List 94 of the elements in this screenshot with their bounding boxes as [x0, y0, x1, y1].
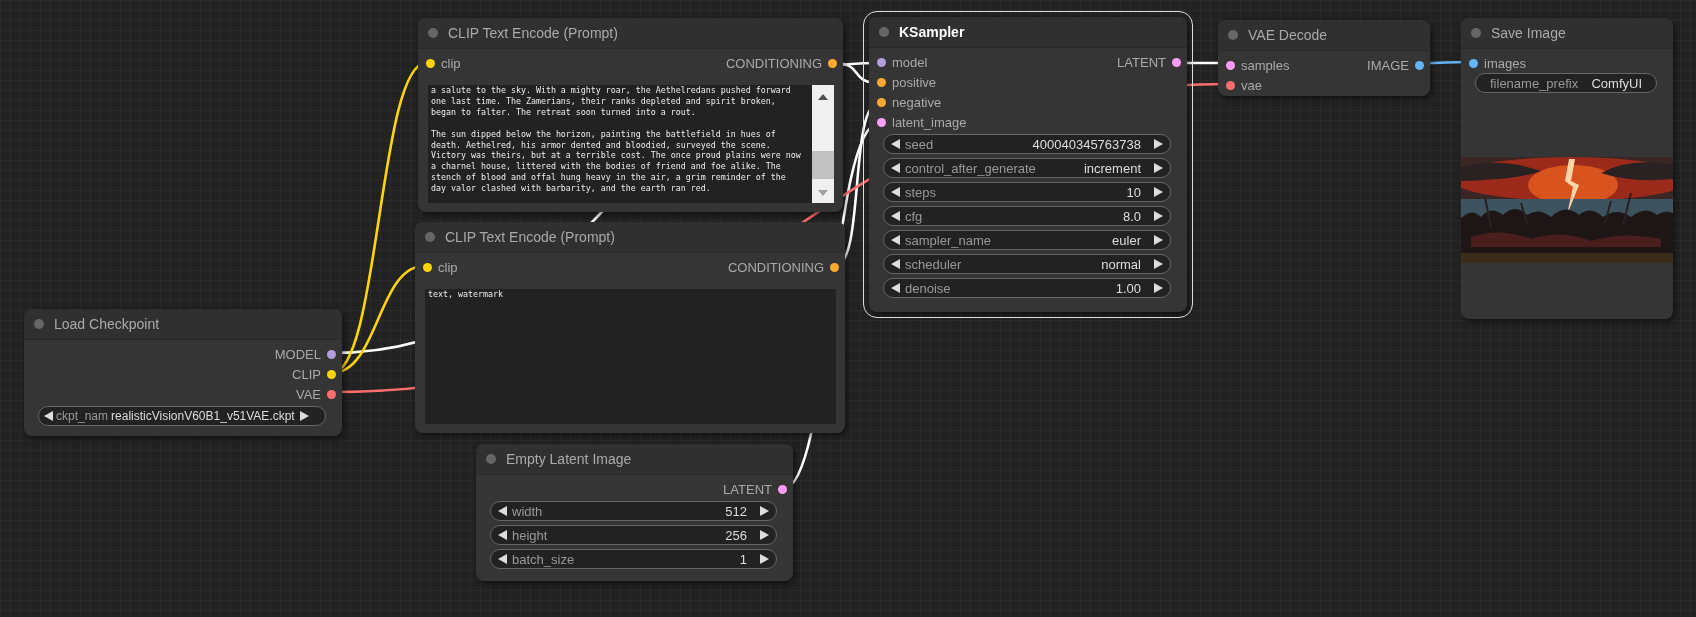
graph-canvas[interactable]: [0, 0, 1696, 617]
left-arrow-icon[interactable]: [498, 554, 508, 564]
node-title: Save Image: [1491, 25, 1566, 41]
input-socket[interactable]: [1226, 60, 1235, 70]
input-socket[interactable]: [1226, 80, 1235, 90]
input-socket[interactable]: [423, 262, 432, 272]
input-socket[interactable]: [877, 117, 886, 127]
right-arrow-icon[interactable]: [1153, 259, 1163, 269]
widget-field[interactable]: seed 400040345763738: [883, 134, 1171, 154]
right-arrow-icon[interactable]: [1153, 283, 1163, 293]
node-title: CLIP Text Encode (Prompt): [448, 25, 618, 41]
output-label: LATENT: [723, 481, 772, 497]
output-socket[interactable]: [1172, 57, 1181, 67]
widget-field[interactable]: height 256: [490, 525, 777, 545]
left-arrow-icon[interactable]: [498, 530, 508, 540]
collapse-toggle[interactable]: [879, 27, 889, 37]
left-arrow-icon[interactable]: [891, 163, 901, 173]
input-label: latent_image: [892, 114, 967, 130]
widget-field[interactable]: width 512: [490, 501, 777, 521]
prompt-field[interactable]: text, watermark: [425, 289, 836, 424]
output-socket[interactable]: [327, 369, 336, 379]
input-label: clip: [441, 55, 461, 71]
right-arrow-icon[interactable]: [1153, 187, 1163, 197]
input-label: vae: [1241, 77, 1262, 93]
right-arrow-icon[interactable]: [759, 530, 769, 540]
collapse-toggle[interactable]: [425, 232, 435, 242]
left-arrow-icon[interactable]: [891, 139, 901, 149]
output-label: CONDITIONING: [725, 55, 822, 71]
widget-field[interactable]: scheduler normal: [883, 254, 1171, 274]
node-panel[interactable]: [418, 18, 843, 212]
node-title: Load Checkpoint: [54, 316, 160, 332]
input-socket[interactable]: [426, 58, 435, 68]
output-label: IMAGE: [1367, 57, 1409, 73]
output-label: LATENT: [1117, 54, 1166, 70]
left-arrow-icon[interactable]: [891, 259, 901, 269]
input-label: samples: [1241, 57, 1290, 73]
widget-field[interactable]: steps 10: [883, 182, 1171, 202]
widget-field[interactable]: ckpt_nam realisticVisionV60B1_v51VAE.ckpt: [38, 406, 326, 426]
right-arrow-icon[interactable]: [1153, 211, 1163, 221]
widget-field[interactable]: filename_prefix ComfyUI: [1475, 73, 1657, 93]
input-label: negative: [892, 94, 942, 110]
input-socket[interactable]: [877, 57, 886, 67]
right-arrow-icon[interactable]: [1153, 139, 1163, 149]
input-label: model: [892, 54, 928, 70]
prompt-field[interactable]: a salute to the sky. With a mighty roar, the Aethelredans pushed forward one last time. The Zamerians, their ranks depleted and spirit broken, began to falter. The retreat soon turned into a rout. The sun dipped below the horizon, painting the battlefield in hues of death. Aethelred, his armor dented and bloodied, surveyed the scene. Victory was theirs, but at a terrible cost. The once proud plains were now a charnel house, littered with the bodies of friend and foe alike. The stench of blood and offal hung heavy in the air, a grim reminder of the day valor clashed with barbarity, and the earth ran red.: [428, 85, 834, 203]
node-panel[interactable]: Empty Latent Image LATENT width 512 height 256 batch_size 1: [476, 444, 793, 581]
node-panel[interactable]: Save Image images filename_prefix ComfyUI: [1461, 18, 1673, 319]
left-arrow-icon[interactable]: [498, 506, 508, 516]
collapse-toggle[interactable]: [34, 319, 44, 329]
node-panel[interactable]: VAE Decode samples IMAGE vae: [1218, 20, 1430, 96]
collapse-toggle[interactable]: [428, 28, 438, 38]
input-label: clip: [438, 259, 458, 275]
input-label: positive: [892, 74, 937, 90]
input-label: images: [1484, 55, 1526, 71]
left-arrow-icon[interactable]: [44, 411, 54, 421]
output-label: CONDITIONING: [727, 259, 824, 275]
node-title: KSampler: [899, 24, 965, 40]
input-socket[interactable]: [1469, 58, 1478, 68]
output-socket[interactable]: [1415, 60, 1424, 70]
node-panel[interactable]: CLIP Text Encode (Prompt) clip CONDITIONING text, watermark: [415, 222, 845, 433]
node-panel[interactable]: Load Checkpoint MODEL CLIP VAE ckpt_nam realisticVisionV60B1_v51VAE.ckpt: [24, 309, 342, 436]
widget-field[interactable]: denoise 1.00: [883, 278, 1171, 298]
right-arrow-icon[interactable]: [298, 411, 309, 421]
collapse-toggle[interactable]: [1471, 28, 1481, 38]
collapse-toggle[interactable]: [486, 454, 496, 464]
output-socket[interactable]: [830, 262, 839, 272]
right-arrow-icon[interactable]: [1153, 163, 1163, 173]
widget-field[interactable]: control_after_generate increment: [883, 158, 1171, 178]
collapse-toggle[interactable]: [1228, 30, 1238, 40]
output-label: VAE: [295, 386, 321, 402]
widget-field[interactable]: sampler_name euler: [883, 230, 1171, 250]
output-socket[interactable]: [778, 484, 787, 494]
left-arrow-icon[interactable]: [891, 187, 901, 197]
right-arrow-icon[interactable]: [759, 554, 769, 564]
node-panel[interactable]: KSampler model LATENT positive negative latent_image seed 400040345763738 control_after_generate increment steps 10 cfg 8.0 sampler_name euler scheduler normal denoise 1.00: [869, 17, 1187, 312]
widget-field[interactable]: batch_size 1: [490, 549, 777, 569]
output-socket[interactable]: [327, 349, 336, 359]
input-socket[interactable]: [877, 77, 886, 87]
node-title: CLIP Text Encode (Prompt): [445, 229, 615, 245]
left-arrow-icon[interactable]: [891, 283, 901, 293]
output-label: CLIP: [292, 366, 321, 382]
scroll-thumb[interactable]: [812, 151, 834, 179]
scrollbar[interactable]: [812, 85, 834, 203]
node-title: Empty Latent Image: [506, 451, 632, 467]
input-socket[interactable]: [877, 97, 886, 107]
right-arrow-icon[interactable]: [759, 506, 769, 516]
left-arrow-icon[interactable]: [891, 235, 901, 245]
right-arrow-icon[interactable]: [1153, 235, 1163, 245]
node-title: VAE Decode: [1248, 27, 1328, 43]
output-label: MODEL: [274, 346, 321, 362]
left-arrow-icon[interactable]: [891, 211, 901, 221]
output-socket[interactable]: [828, 58, 837, 68]
widget-field[interactable]: cfg 8.0: [883, 206, 1171, 226]
output-socket[interactable]: [327, 389, 336, 399]
